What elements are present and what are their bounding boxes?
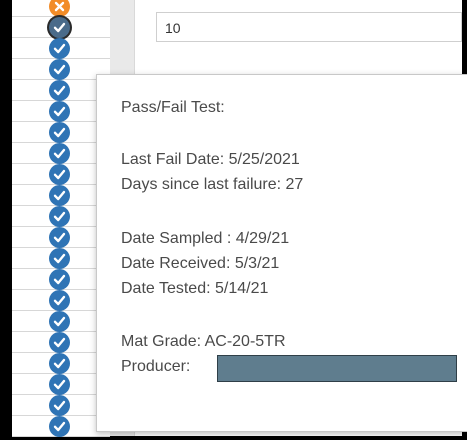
fail-x-icon[interactable]: [49, 0, 70, 17]
pass-check-icon[interactable]: [49, 416, 70, 437]
table-row[interactable]: [12, 17, 110, 38]
pass-check-icon[interactable]: [49, 101, 70, 122]
pass-fail-tooltip: Pass/Fail Test: Last Fail Date: 5/25/202…: [96, 74, 467, 432]
dashboard-panel: 10 Pass/Fail Test: Last Fail Date: 5/25/…: [12, 0, 467, 437]
pass-check-icon[interactable]: [49, 185, 70, 206]
pass-check-icon[interactable]: [49, 206, 70, 227]
pass-check-icon[interactable]: [49, 395, 70, 416]
pass-check-icon[interactable]: [49, 311, 70, 332]
date-sampled: Date Sampled : 4/29/21: [121, 230, 290, 247]
days-since-failure: Days since last failure: 27: [121, 176, 304, 193]
pass-check-icon[interactable]: [49, 374, 70, 395]
last-fail-date: Last Fail Date: 5/25/2021: [121, 151, 300, 168]
pass-check-icon[interactable]: [49, 80, 70, 101]
pass-check-icon[interactable]: [49, 248, 70, 269]
pass-check-icon[interactable]: [49, 59, 70, 80]
pass-check-icon[interactable]: [49, 290, 70, 311]
pass-check-icon[interactable]: [49, 143, 70, 164]
pass-check-icon[interactable]: [49, 353, 70, 374]
pass-check-icon[interactable]: [49, 227, 70, 248]
pass-check-icon[interactable]: [49, 17, 70, 38]
tooltip-title: Pass/Fail Test:: [121, 99, 225, 116]
pass-check-icon[interactable]: [49, 38, 70, 59]
pass-check-icon[interactable]: [49, 122, 70, 143]
value-field[interactable]: 10: [156, 12, 462, 42]
date-received: Date Received: 5/3/21: [121, 255, 280, 272]
table-row[interactable]: [12, 38, 110, 59]
producer-redaction: [217, 355, 457, 382]
producer-label: Producer:: [121, 358, 191, 375]
table-row[interactable]: [12, 0, 110, 17]
pass-check-icon[interactable]: [49, 332, 70, 353]
date-tested: Date Tested: 5/14/21: [121, 280, 269, 297]
pass-check-icon[interactable]: [49, 164, 70, 185]
pass-check-icon[interactable]: [49, 269, 70, 290]
mat-grade: Mat Grade: AC-20-5TR: [121, 333, 286, 350]
